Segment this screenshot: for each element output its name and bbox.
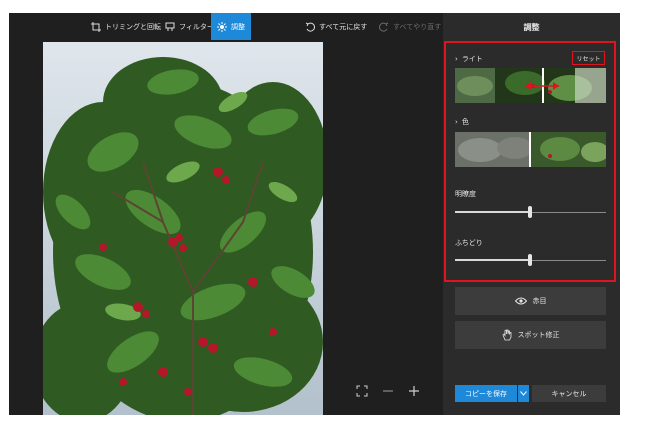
light-section-toggle[interactable]: › ライト: [455, 54, 483, 64]
spot-fix-button[interactable]: スポット修正: [455, 321, 606, 349]
chevron-right-icon: ›: [455, 118, 458, 126]
save-options-dropdown[interactable]: [518, 385, 529, 402]
crop-rotate-icon: [91, 21, 101, 32]
undo-icon: [305, 22, 315, 32]
adjust-label: 調整: [231, 22, 245, 31]
zoom-out-icon[interactable]: [381, 385, 395, 401]
color-preview-strip[interactable]: [455, 132, 606, 167]
cancel-button[interactable]: キャンセル: [532, 385, 606, 402]
fit-screen-icon[interactable]: [355, 385, 369, 401]
clarity-label: 明瞭度: [455, 190, 476, 198]
hand-icon: [502, 329, 511, 341]
redeye-label: 赤目: [532, 297, 547, 305]
spot-fix-label: スポット修正: [517, 331, 560, 339]
crop-rotate-label: トリミングと回転: [105, 22, 161, 31]
reset-button[interactable]: リセット: [572, 51, 605, 65]
chevron-down-icon: [520, 391, 527, 396]
color-section-label: 色: [461, 118, 469, 126]
filter-icon: [165, 22, 175, 31]
vignette-label: ふちどり: [455, 239, 483, 247]
panel-title: 調整: [523, 23, 540, 32]
undo-all-label: すべて元に戻す: [319, 22, 368, 31]
filter-label: フィルター: [179, 22, 214, 31]
light-section-label: ライト: [461, 55, 483, 63]
eye-icon: [514, 297, 527, 305]
vignette-slider-thumb[interactable]: [528, 254, 532, 266]
color-section-toggle[interactable]: › 色: [455, 117, 469, 127]
redo-all-button[interactable]: すべてやり直す: [379, 13, 441, 40]
redo-all-label: すべてやり直す: [393, 22, 442, 31]
crop-rotate-tab[interactable]: トリミングと回転: [91, 13, 161, 40]
cherry-tree-photo: [43, 42, 323, 415]
vignette-slider-fill: [455, 259, 530, 261]
redo-icon: [379, 22, 389, 32]
brightness-icon: [217, 21, 227, 32]
adjust-tab[interactable]: 調整: [211, 13, 251, 40]
redeye-button[interactable]: 赤目: [455, 287, 606, 315]
filter-tab[interactable]: フィルター: [165, 13, 214, 40]
chevron-right-icon: ›: [455, 55, 458, 63]
zoom-in-icon[interactable]: [407, 385, 421, 401]
clarity-slider-thumb[interactable]: [528, 206, 532, 218]
light-preview-strip[interactable]: [455, 68, 606, 103]
editor-toolbar: トリミングと回転 フィルター 調整 すべて元に戻す すべてやり直す: [9, 13, 443, 40]
clarity-slider-fill: [455, 211, 530, 213]
undo-all-button[interactable]: すべて元に戻す: [305, 13, 367, 40]
zoom-controls: [355, 385, 421, 401]
save-copy-button[interactable]: コピーを保存: [455, 385, 517, 402]
photo-canvas[interactable]: [43, 42, 323, 415]
